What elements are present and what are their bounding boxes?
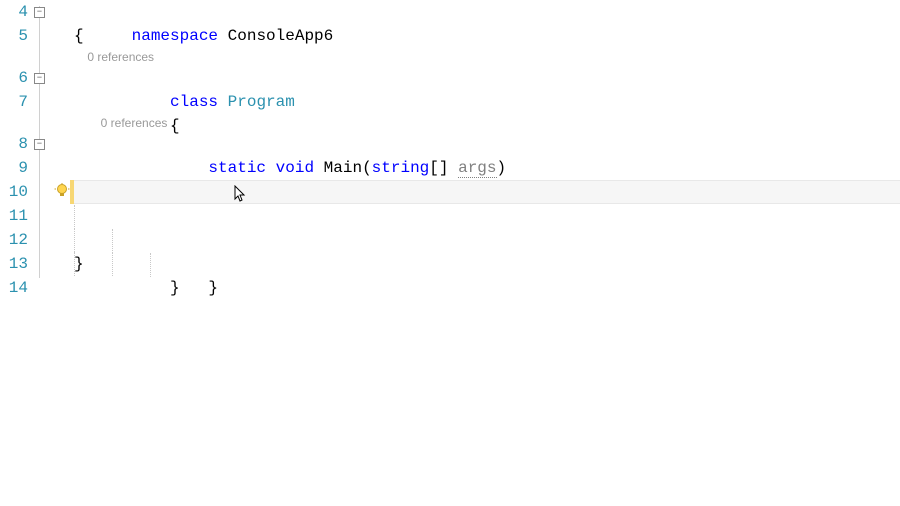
code-text-area[interactable]: namespace ConsoleApp6 { 0 references cla… — [74, 0, 900, 506]
line-number: 6 — [0, 66, 28, 90]
code-line: } — [74, 204, 900, 228]
code-line-current — [74, 180, 900, 204]
editor-margin: − − − — [32, 0, 74, 506]
line-number: 12 — [0, 228, 28, 252]
code-line: { — [74, 24, 900, 48]
code-line: } — [74, 228, 900, 252]
line-number: 11 — [0, 204, 28, 228]
codelens-references[interactable]: 0 references — [74, 114, 900, 132]
fold-toggle-class[interactable]: − — [34, 73, 45, 84]
code-line: { — [74, 156, 900, 180]
code-line — [74, 276, 900, 300]
line-number: 9 — [0, 156, 28, 180]
codelens-references[interactable]: 0 references — [74, 48, 900, 66]
code-line: class Program — [74, 66, 900, 90]
line-number: 4 — [0, 0, 28, 24]
fold-toggle-method[interactable]: − — [34, 139, 45, 150]
line-number: 14 — [0, 276, 28, 300]
code-line: { — [74, 90, 900, 114]
line-number: 5 — [0, 24, 28, 48]
line-number: 7 — [0, 90, 28, 114]
line-number: 13 — [0, 252, 28, 276]
code-editor[interactable]: 4 5 6 7 8 9 10 11 12 13 14 − − − — [0, 0, 900, 506]
line-number: 8 — [0, 132, 28, 156]
lightbulb-icon[interactable] — [54, 183, 70, 199]
code-line: static void Main(string[] args) — [74, 132, 900, 156]
line-number: 10 — [0, 180, 28, 204]
code-line: } — [74, 252, 900, 276]
fold-toggle-namespace[interactable]: − — [34, 7, 45, 18]
line-number-gutter: 4 5 6 7 8 9 10 11 12 13 14 — [0, 0, 32, 506]
code-line: namespace ConsoleApp6 — [74, 0, 900, 24]
mouse-cursor-icon — [234, 185, 248, 205]
